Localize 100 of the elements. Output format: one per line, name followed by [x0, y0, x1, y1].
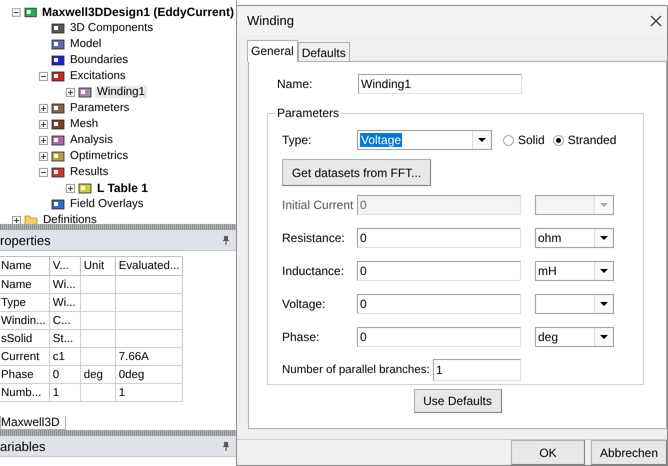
value-field[interactable]: 0	[357, 228, 521, 248]
group-title: Parameters	[276, 106, 340, 120]
unit-dropdown[interactable]: ohm	[535, 228, 614, 248]
radio-label[interactable]: Stranded	[568, 133, 616, 148]
unit-dropdown[interactable]: deg	[535, 327, 614, 348]
collapse-icon[interactable]	[39, 168, 48, 176]
field-label: Number of parallel branches:	[282, 364, 431, 376]
tree-item[interactable]: Winding1	[95, 86, 147, 98]
tree-item[interactable]: Model	[68, 38, 104, 50]
fft-button[interactable]: Get datasets from FFT...	[282, 159, 431, 186]
tree-node-icon	[51, 38, 65, 50]
table-cell: Phase	[0, 366, 50, 384]
tree-node-icon	[51, 70, 65, 82]
table-cell: Wi...	[49, 294, 80, 312]
expand-icon[interactable]	[66, 88, 75, 96]
tree-item[interactable]: Optimetrics	[68, 150, 130, 162]
value-field[interactable]: 0	[357, 261, 521, 282]
tree-node-icon	[51, 54, 65, 66]
table-cell: 0	[49, 366, 80, 384]
unit-dropdown[interactable]	[535, 195, 614, 216]
table-cell	[80, 312, 116, 330]
tab[interactable]: Defaults	[298, 42, 350, 62]
unit-dropdown[interactable]: mH	[535, 261, 614, 282]
dialog-button[interactable]: OK	[511, 440, 585, 465]
panel-tab[interactable]: Maxwell3D	[0, 416, 66, 430]
type-dropdown[interactable]: Voltage	[357, 130, 492, 150]
collapse-icon[interactable]	[12, 8, 21, 16]
column-header[interactable]: Evaluated...	[115, 256, 183, 276]
tree-item[interactable]: L Table 1	[95, 181, 150, 195]
table-cell	[80, 294, 116, 312]
expand-icon[interactable]	[39, 104, 48, 112]
tree-node-icon	[51, 22, 65, 34]
radio-button[interactable]	[503, 134, 514, 146]
table-cell	[80, 276, 116, 294]
collapse-icon[interactable]	[39, 72, 48, 80]
tree-node-icon	[24, 6, 37, 18]
tree-item[interactable]: 3D Components	[68, 22, 156, 34]
column-header[interactable]: Unit	[80, 256, 116, 276]
table-cell: 7.66A	[115, 348, 183, 366]
table-cell	[80, 348, 116, 366]
expand-icon[interactable]	[39, 152, 48, 160]
dropdown-caret-icon[interactable]	[594, 262, 613, 280]
tree-item[interactable]: Analysis	[68, 134, 115, 146]
tree-item[interactable]: Excitations	[68, 70, 128, 82]
table-cell	[115, 276, 183, 294]
field-label: Voltage:	[282, 297, 326, 312]
field-label: Inductance:	[282, 264, 346, 278]
table-cell: c1	[49, 348, 80, 366]
tree-node-icon	[51, 198, 65, 210]
dropdown-caret-icon[interactable]	[594, 229, 613, 248]
expand-icon[interactable]	[66, 184, 75, 192]
table-cell: Numb...	[0, 384, 50, 402]
tree-item[interactable]: Parameters	[68, 102, 132, 114]
radio-label[interactable]: Solid	[518, 133, 545, 148]
table-cell	[115, 330, 183, 348]
table-cell: 0deg	[115, 366, 183, 384]
branches-field[interactable]: 1	[433, 359, 521, 382]
value-field[interactable]: 0	[357, 294, 521, 314]
tree-node-icon	[51, 134, 65, 146]
tree-node-icon	[51, 150, 65, 162]
expand-icon[interactable]	[12, 216, 21, 224]
column-header[interactable]: Name	[0, 256, 50, 276]
dropdown-caret-icon[interactable]	[594, 328, 613, 346]
close-icon[interactable]	[649, 14, 663, 28]
dialog-button[interactable]: Abbrechen	[591, 440, 667, 465]
dropdown-caret-icon[interactable]	[594, 295, 613, 314]
radio-button[interactable]	[552, 134, 564, 146]
tree-node-icon	[51, 102, 65, 114]
field-label: Initial Current	[282, 198, 354, 212]
table-cell: Current	[0, 348, 50, 366]
table-cell: Type	[0, 294, 50, 312]
window-title: Winding	[247, 13, 294, 28]
name-field[interactable]: Winding1	[358, 74, 522, 94]
expand-icon[interactable]	[39, 120, 48, 128]
use-defaults-button[interactable]: Use Defaults	[414, 389, 502, 414]
tab[interactable]: General	[247, 40, 298, 62]
dropdown-caret-icon[interactable]	[472, 131, 491, 150]
expand-icon[interactable]	[39, 136, 48, 144]
table-cell: 1	[49, 384, 80, 402]
table-cell: Windin...	[0, 312, 50, 330]
field-label: Resistance:	[282, 231, 346, 246]
table-cell	[80, 384, 116, 402]
table-cell: Wi...	[49, 276, 80, 294]
tree-item[interactable]: Field Overlays	[68, 198, 146, 210]
tree-node-icon	[51, 118, 65, 130]
tree-item[interactable]: Mesh	[68, 118, 100, 130]
tree-item[interactable]: Maxwell3DDesign1 (EddyCurrent)	[40, 5, 236, 19]
table-cell	[115, 294, 183, 312]
pin-icon[interactable]	[222, 235, 230, 245]
tree-item[interactable]: Definitions	[41, 214, 99, 224]
value-field[interactable]: 0	[357, 327, 521, 348]
tree-item[interactable]: Results	[68, 166, 110, 178]
field-label: Name:	[277, 77, 314, 92]
panel-title: roperties	[0, 232, 51, 248]
tree-item[interactable]: Boundaries	[68, 54, 130, 66]
pin-icon[interactable]	[222, 441, 230, 451]
tree-node-icon	[78, 182, 92, 194]
field-label: Phase:	[282, 330, 320, 344]
table-cell: deg	[80, 366, 116, 384]
column-header[interactable]: V...	[49, 256, 80, 276]
